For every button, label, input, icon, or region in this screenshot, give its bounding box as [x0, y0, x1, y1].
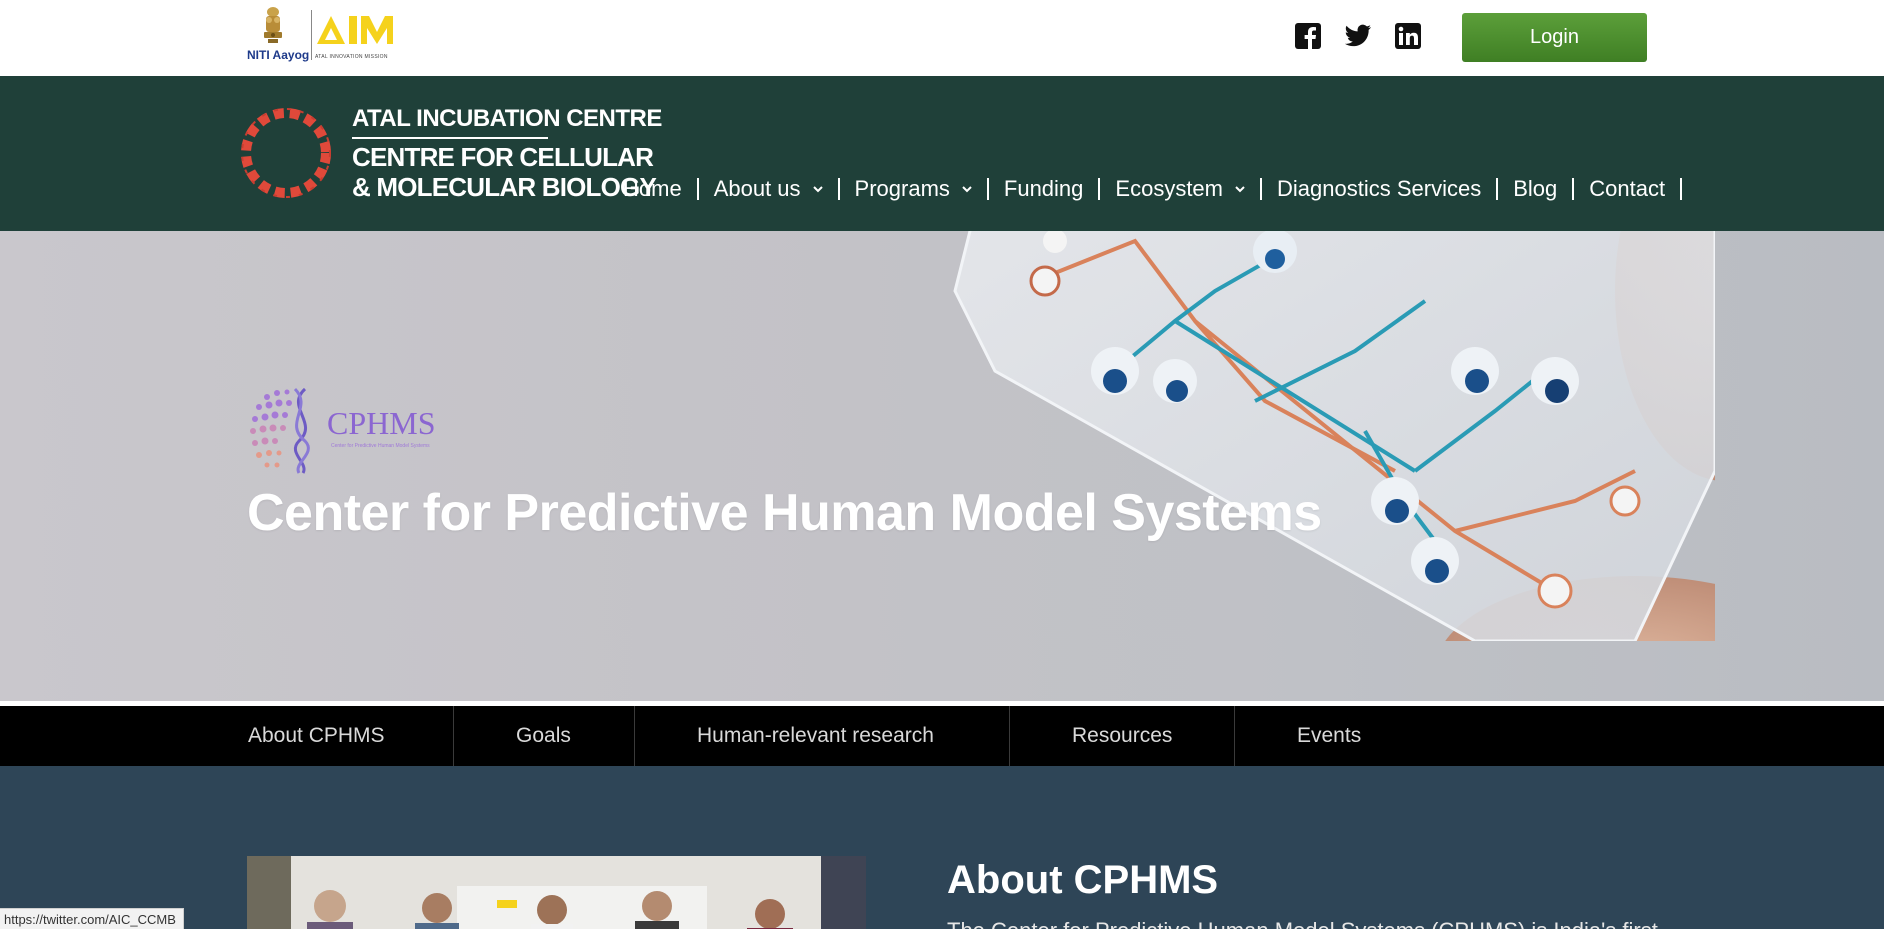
nav-home[interactable]: Home — [623, 176, 682, 202]
hero-title: Center for Predictive Human Model System… — [247, 484, 1322, 542]
tab-divider — [453, 706, 454, 766]
nav-separator — [837, 178, 840, 200]
nav-label: Contact — [1589, 176, 1666, 201]
tab-events[interactable]: Events — [1297, 706, 1361, 766]
aim-subtitle: ATAL INNOVATION MISSION — [315, 54, 388, 60]
facebook-icon[interactable] — [1294, 22, 1322, 50]
nav-contact[interactable]: Contact — [1589, 176, 1665, 202]
nav-separator — [1260, 178, 1262, 200]
nav-programs[interactable]: Programs — [855, 176, 972, 202]
nav-separator — [986, 178, 989, 200]
logo-ring-icon — [241, 108, 331, 198]
partner-logos[interactable]: NITI Aayog ATAL INNOVATION MISSION — [247, 6, 399, 64]
about-heading: About CPHMS — [947, 858, 1219, 902]
login-button[interactable]: Login — [1462, 13, 1647, 62]
tab-divider — [1009, 706, 1010, 766]
emblem-icon — [264, 7, 282, 43]
hero-banner: CPHMS Center for Predictive Human Model … — [0, 231, 1884, 701]
top-bar: NITI Aayog ATAL INNOVATION MISSION Login — [0, 0, 1884, 76]
browser-status-url: https://twitter.com/AIC_CCMB — [0, 908, 184, 929]
national-emblem-logo: NITI Aayog — [247, 6, 309, 64]
section-tabs: About CPHMS Goals Human-relevant researc… — [0, 706, 1884, 766]
microfluidic-chip-image — [953, 231, 1715, 641]
nav-ecosystem[interactable]: Ecosystem — [1115, 176, 1245, 202]
nav-diagnostics-services[interactable]: Diagnostics Services — [1277, 176, 1481, 202]
nav-label: Ecosystem — [1115, 176, 1223, 201]
cphms-tagline: Center for Predictive Human Model System… — [331, 443, 430, 449]
nav-separator — [1496, 178, 1499, 200]
nav-label: Programs — [854, 176, 950, 201]
logo-line-1: ATAL INCUBATION CENTRE — [352, 105, 662, 132]
aim-logo-icon — [317, 16, 393, 44]
tab-divider — [634, 706, 635, 766]
tab-about-cphms[interactable]: About CPHMS — [248, 706, 385, 766]
logo-line-2: CENTRE FOR CELLULAR — [352, 142, 654, 172]
nav-separator — [1098, 178, 1101, 200]
nav-label: About us — [713, 176, 801, 201]
cphms-wordmark: CPHMS — [327, 405, 436, 441]
cphms-logo: CPHMS Center for Predictive Human Model … — [247, 383, 462, 475]
aic-ccmb-logo[interactable]: ATAL INCUBATION CENTRE CENTRE FOR CELLUL… — [234, 99, 662, 209]
nav-separator — [1680, 178, 1683, 200]
about-paragraph: The Center for Predictive Human Model Sy… — [947, 918, 1658, 929]
group-photo-image — [247, 856, 866, 929]
logo-divider — [311, 10, 312, 60]
chevron-down-icon — [812, 186, 823, 193]
tab-goals[interactable]: Goals — [516, 706, 571, 766]
logo-rule — [352, 137, 548, 139]
nav-label: Diagnostics Services — [1277, 176, 1482, 201]
nav-separator — [696, 178, 699, 200]
nav-about-us[interactable]: About us — [714, 176, 823, 202]
nav-blog[interactable]: Blog — [1513, 176, 1557, 202]
niti-aayog-text: NITI Aayog — [247, 48, 310, 62]
chevron-down-icon — [962, 186, 972, 193]
nav-label: Funding — [1003, 176, 1084, 201]
nav-label: Blog — [1513, 176, 1558, 201]
logo-line-3: & MOLECULAR BIOLOGY — [352, 172, 657, 202]
nav-separator — [1572, 178, 1575, 200]
about-section: About CPHMS The Center for Predictive Hu… — [0, 766, 1884, 929]
linkedin-icon[interactable] — [1394, 22, 1422, 50]
nav-label: Home — [623, 176, 682, 201]
nav-funding[interactable]: Funding — [1004, 176, 1084, 202]
chevron-down-icon — [1235, 186, 1245, 193]
twitter-icon[interactable] — [1344, 22, 1372, 50]
dna-sphere-icon — [250, 387, 310, 474]
tab-human-relevant-research[interactable]: Human-relevant research — [697, 706, 934, 766]
event-photo — [247, 856, 866, 929]
tab-resources[interactable]: Resources — [1072, 706, 1172, 766]
tab-divider — [1234, 706, 1235, 766]
site-header: ATAL INCUBATION CENTRE CENTRE FOR CELLUL… — [0, 76, 1884, 231]
main-nav: Home About us Programs Funding Ecosystem… — [623, 172, 1697, 206]
